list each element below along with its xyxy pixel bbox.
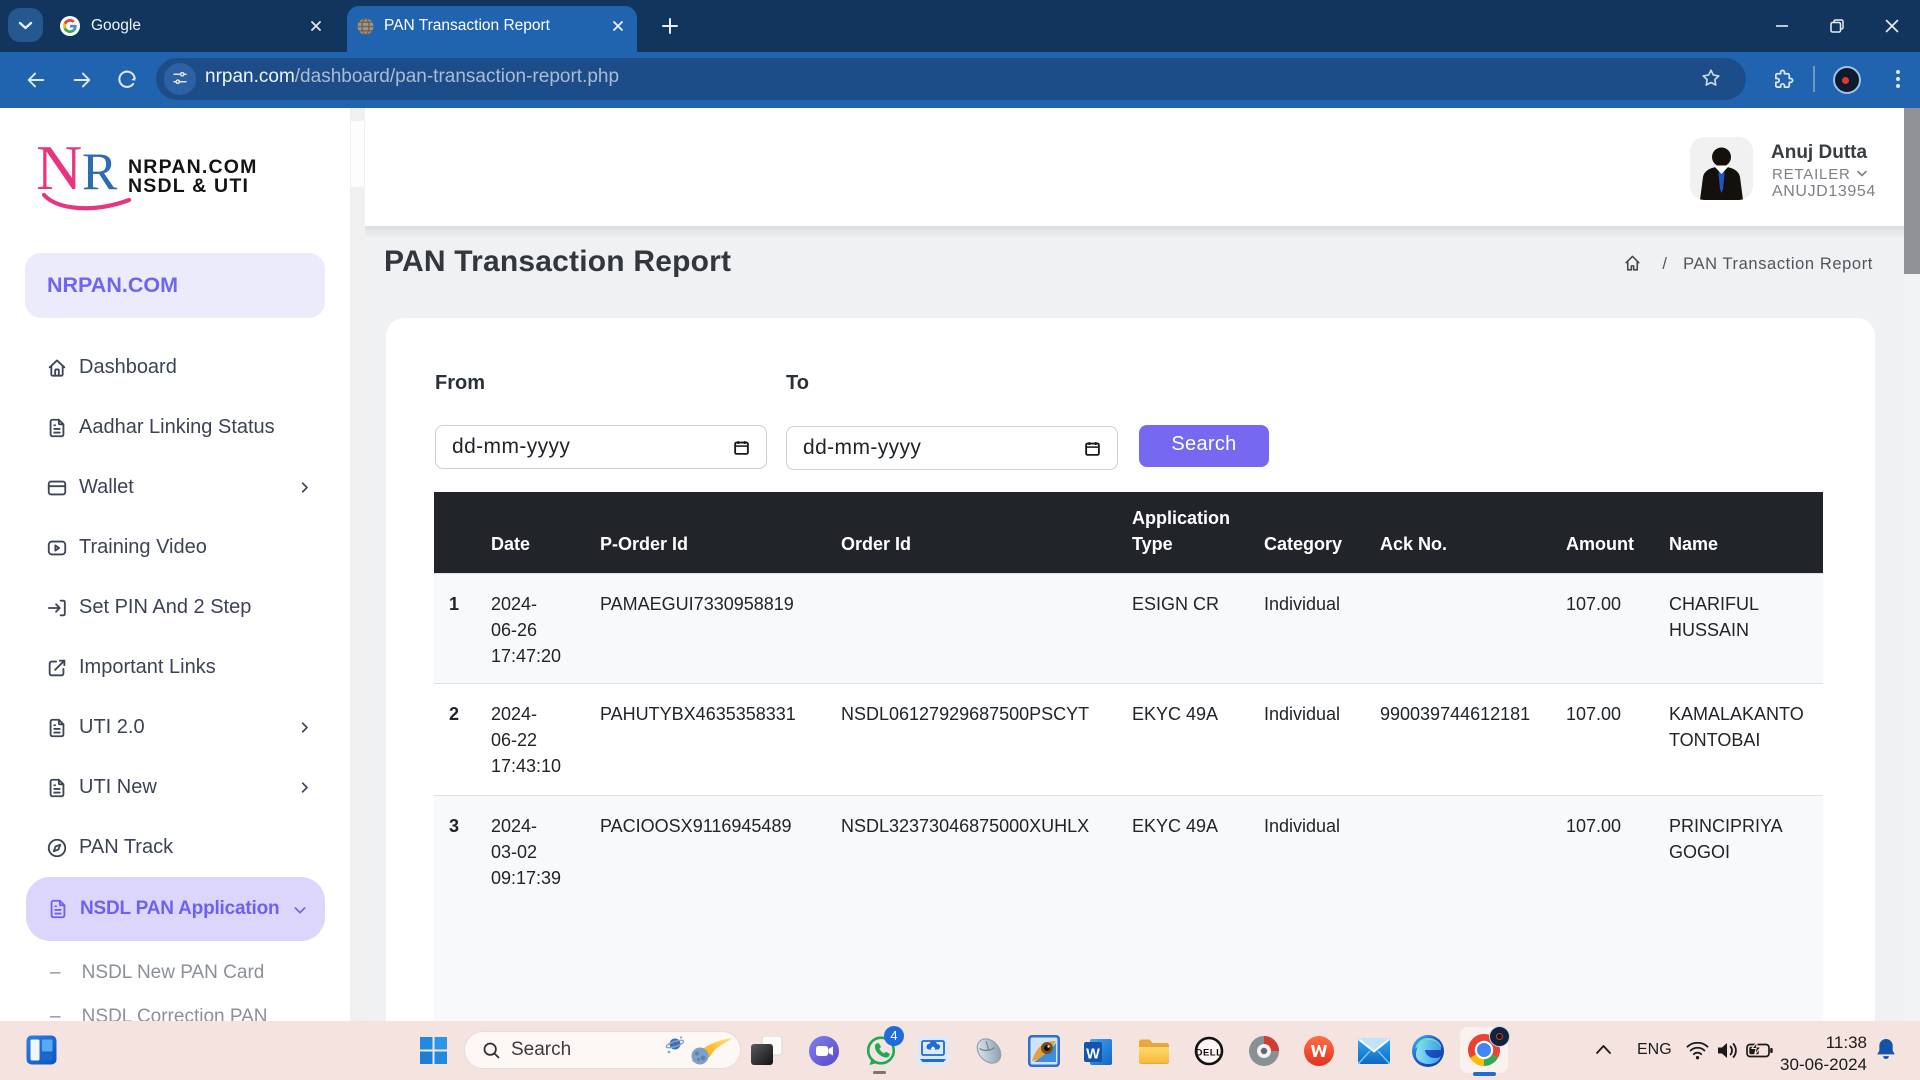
svg-text:DELL: DELL (1196, 1048, 1223, 1059)
svg-text:W: W (1086, 1047, 1100, 1063)
